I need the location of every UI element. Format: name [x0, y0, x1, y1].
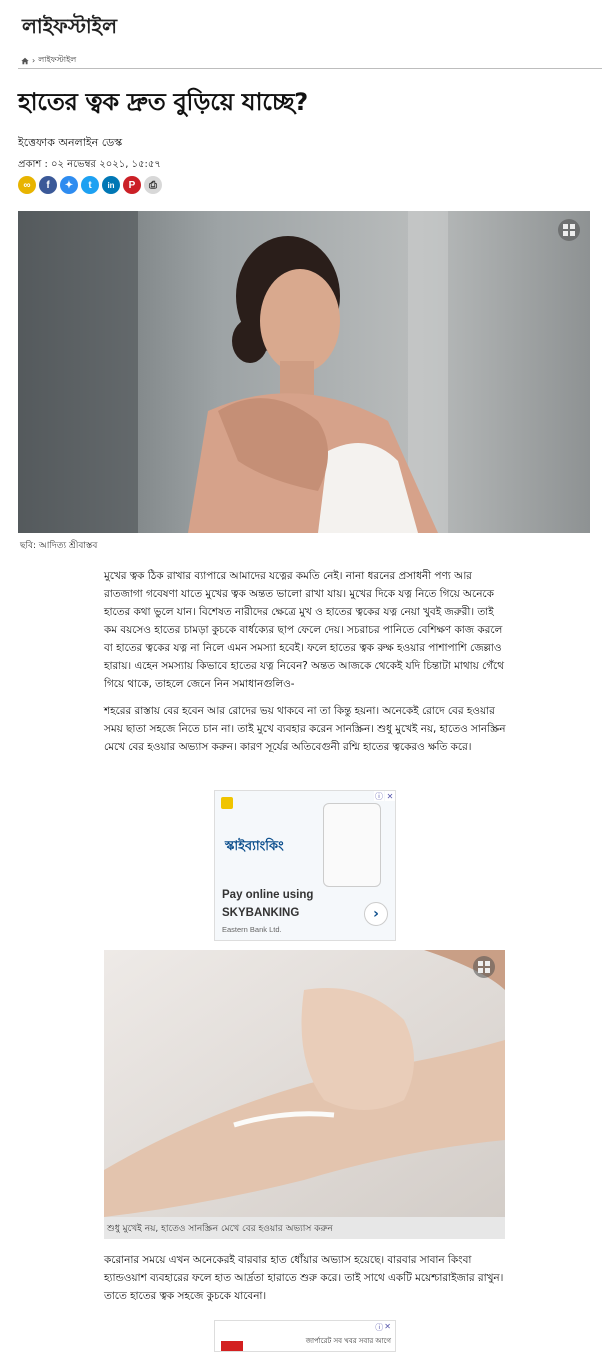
article-paragraph-1: মুখের ত্বক ঠিক রাখার ব্যাপারে আমাদের যত্…: [104, 570, 504, 690]
ad-headline-line1: Pay online using: [222, 889, 314, 901]
pinterest-share-button[interactable]: P: [123, 176, 141, 194]
article-headline: হাতের ত্বক দ্রুত বুড়িয়ে যাচ্ছে?: [18, 88, 308, 116]
hero-image[interactable]: [18, 211, 590, 533]
publish-date: প্রকাশ : ০২ নভেম্বর ২০২১, ১৫:৫৭: [18, 159, 161, 170]
ad-advertiser: Eastern Bank Ltd.: [222, 925, 282, 934]
hero-photo-illustration: [18, 211, 590, 533]
image-2-caption: শুধু মুখেই নয়, হাতেও সানস্ক্রিন মেখে বে…: [104, 1217, 505, 1239]
article-image-2[interactable]: [104, 950, 505, 1217]
advertisement-2[interactable]: ⓘ ✕ জার্পারেট সব খবর সবার আগে: [214, 1320, 396, 1352]
ad-choices[interactable]: ⓘ ✕: [374, 791, 395, 801]
breadcrumb: › লাইফস্টাইল: [21, 54, 76, 67]
home-icon[interactable]: [21, 57, 29, 65]
ad2-close-icon[interactable]: ✕: [384, 1322, 391, 1333]
ad-headline-line2: SKYBANKING: [222, 907, 300, 919]
breadcrumb-separator: ›: [32, 56, 36, 65]
article-paragraph-3: করোনার সময়ে এখন অনেকেরই বারবার হাত ধোঁয…: [104, 1254, 504, 1302]
print-button[interactable]: ⎙: [144, 176, 162, 194]
linkedin-icon: in: [107, 180, 115, 190]
share-bar: ∞ f ✦ t in P ⎙: [18, 176, 162, 194]
messenger-icon: ✦: [64, 179, 74, 191]
ad2-choices[interactable]: ⓘ ✕: [375, 1322, 391, 1333]
copy-link-icon: ∞: [23, 179, 31, 191]
bank-logo-icon: [221, 797, 233, 809]
hero-caption: ছবি: আদিত্য শ্রীবাস্তব: [20, 541, 98, 551]
chevron-right-icon: ›: [373, 906, 379, 922]
ad2-logo: [221, 1341, 243, 1351]
ad-arrow-button[interactable]: ›: [364, 902, 388, 926]
pinterest-icon: P: [128, 179, 136, 191]
article-author: ইত্তেফাক অনলাইন ডেস্ক: [18, 136, 123, 149]
messenger-share-button[interactable]: ✦: [60, 176, 78, 194]
arm-photo-illustration: [104, 950, 505, 1217]
ad2-text: জার্পারেট সব খবর সবার আগে: [305, 1337, 391, 1345]
ad-banner-text: স্কাইব্যাংকিং: [225, 839, 284, 854]
facebook-icon: f: [46, 179, 50, 191]
ad-info-icon[interactable]: ⓘ: [374, 791, 384, 801]
section-title[interactable]: লাইফস্টাইল: [22, 12, 117, 45]
twitter-icon: t: [88, 179, 92, 191]
phone-illustration: [323, 803, 381, 887]
print-icon: ⎙: [149, 179, 157, 191]
gallery-icon-2[interactable]: [473, 956, 495, 978]
ad-close-icon[interactable]: ✕: [385, 791, 395, 801]
facebook-share-button[interactable]: f: [39, 176, 57, 194]
linkedin-share-button[interactable]: in: [102, 176, 120, 194]
breadcrumb-item-lifestyle[interactable]: লাইফস্টাইল: [38, 54, 76, 67]
copy-link-button[interactable]: ∞: [18, 176, 36, 194]
ad2-info-icon[interactable]: ⓘ: [375, 1322, 383, 1333]
gallery-icon[interactable]: [558, 219, 580, 241]
twitter-share-button[interactable]: t: [81, 176, 99, 194]
header-divider: [18, 68, 602, 69]
article-paragraph-2: শহরের রাস্তায় বের হবেন আর রোদের ভয় থাক…: [104, 705, 506, 753]
advertisement-skybanking[interactable]: ⓘ ✕ স্কাইব্যাংকিং Pay online using SKYBA…: [214, 790, 396, 941]
